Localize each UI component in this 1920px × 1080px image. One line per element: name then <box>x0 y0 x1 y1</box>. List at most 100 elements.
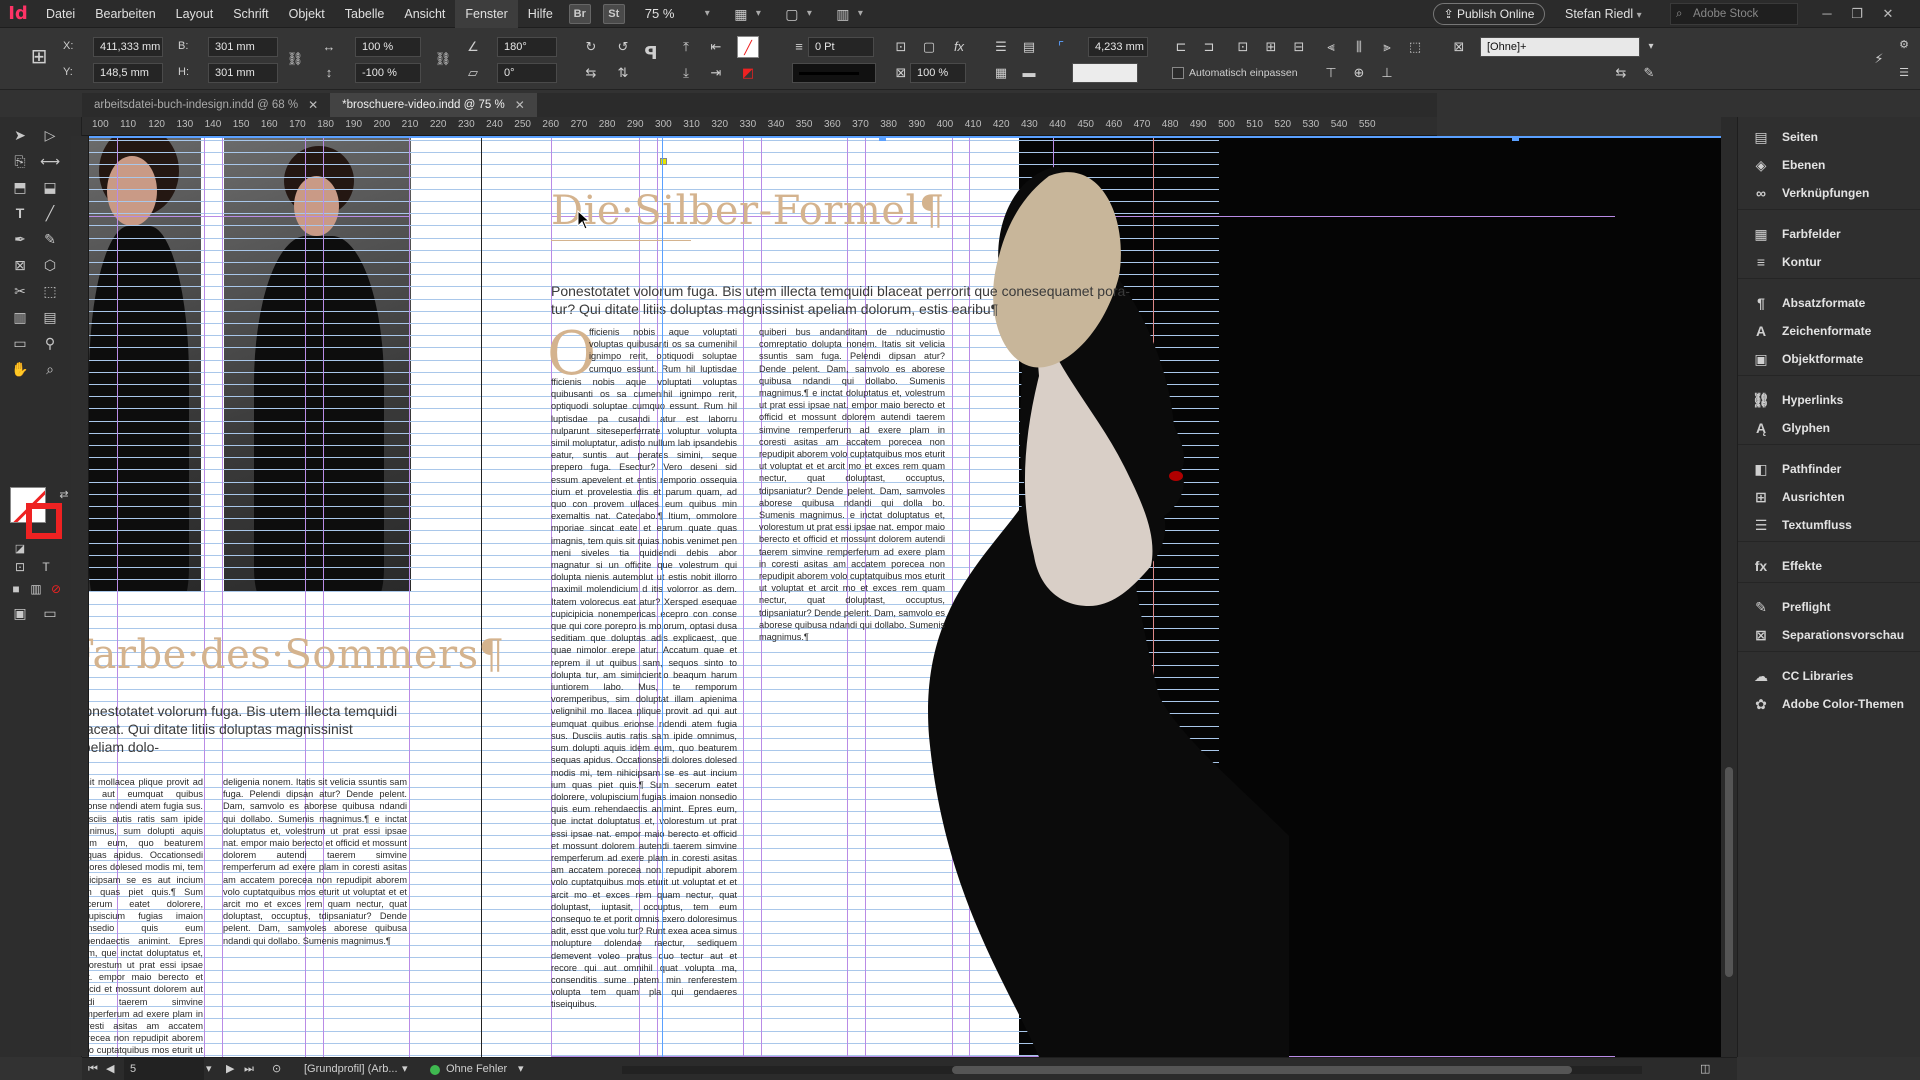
lightning-icon[interactable]: ⚡ <box>1868 48 1890 70</box>
zoom-tool-icon[interactable]: ⌕ <box>38 357 62 381</box>
gradient-tool-icon[interactable]: ▥ <box>8 305 32 329</box>
formatting-text-icon[interactable]: T <box>34 555 58 579</box>
arrange-dropdown-icon[interactable]: ▾ <box>858 8 863 19</box>
content-collector-icon[interactable]: ⬒ <box>8 175 32 199</box>
view-options-icon[interactable]: ▦ <box>726 4 756 24</box>
restore-icon[interactable]: ❐ <box>1843 0 1871 28</box>
menu-schrift[interactable]: Schrift <box>223 0 278 28</box>
align-right-icon[interactable]: ⫸ <box>1376 36 1398 58</box>
panel-item-effekte[interactable]: fx Effekte <box>1738 552 1920 580</box>
open-page-icon[interactable]: ⊙ <box>272 1058 281 1080</box>
subhead-right[interactable]: Ponestotatet volorum fuga. Bis utem ille… <box>551 282 1149 318</box>
free-transform-tool-icon[interactable]: ⬚ <box>38 279 62 303</box>
view-mode-icon[interactable]: ▣ <box>8 601 32 625</box>
polygon-tool-icon[interactable]: ⬡ <box>38 253 62 277</box>
scissors-tool-icon[interactable]: ✂ <box>8 279 32 303</box>
next-page-icon[interactable]: ▶ <box>226 1058 234 1080</box>
publish-online-button[interactable]: ⇪ Publish Online <box>1433 3 1545 25</box>
close-icon[interactable]: ✕ <box>308 93 318 117</box>
wrap-jump-icon[interactable]: ▬ <box>1018 62 1040 84</box>
menu-objekt[interactable]: Objekt <box>279 0 335 28</box>
vertical-ruler[interactable] <box>71 136 89 1056</box>
wrap-shape-icon[interactable]: ▦ <box>990 62 1012 84</box>
formatting-container-icon[interactable]: ⊡ <box>8 555 32 579</box>
bridge-button[interactable]: Br <box>568 3 591 24</box>
tab-broschuere[interactable]: *broschuere-video.indd @ 75 % ✕ <box>330 93 537 117</box>
pencil-tool-icon[interactable]: ✎ <box>38 227 62 251</box>
panel-item-absatzformate[interactable]: ¶ Absatzformate <box>1738 289 1920 317</box>
body-column-1[interactable]: fficienis nobis aque voluptati voluptas … <box>551 376 737 1056</box>
panel-item-pathfinder[interactable]: ◧ Pathfinder <box>1738 455 1920 483</box>
text-wrap-bbox-icon[interactable]: ▤ <box>1018 36 1040 58</box>
layout-toggle-icon[interactable]: ◫ <box>1700 1058 1710 1080</box>
reference-point-icon[interactable]: ⊞ <box>28 46 50 68</box>
panel-item-farbfelder[interactable]: ▦ Farbfelder <box>1738 220 1920 248</box>
scrollbar-thumb[interactable] <box>1725 767 1733 977</box>
shear-field[interactable]: 0° <box>497 63 557 83</box>
fit-content-to-frame-icon[interactable]: ⊐ <box>1198 36 1220 58</box>
screen-mode-icon[interactable]: ▭ <box>38 601 62 625</box>
panel-item-glyphen[interactable]: Ą Glyphen <box>1738 414 1920 442</box>
portrait-woman-image[interactable] <box>889 136 1289 1057</box>
screen-mode-icon[interactable]: ▢ <box>777 4 807 24</box>
menu-datei[interactable]: Datei <box>36 0 85 28</box>
profile-dropdown-icon[interactable]: ▾ <box>402 1058 408 1080</box>
stroke-type-dropdown[interactable] <box>792 63 876 83</box>
content-placer-icon[interactable]: ⬓ <box>38 175 62 199</box>
fill-frame-icon[interactable]: ⊞ <box>1260 36 1282 58</box>
stroke-none-icon[interactable]: ◩ <box>737 62 759 84</box>
page-dropdown-icon[interactable]: ▾ <box>206 1058 212 1080</box>
menu-ansicht[interactable]: Ansicht <box>394 0 455 28</box>
vertical-scrollbar[interactable] <box>1721 117 1737 1057</box>
view-options-dropdown-icon[interactable]: ▾ <box>756 8 761 19</box>
edit-style-icon[interactable]: ✎ <box>1638 62 1660 84</box>
screen-mode-dropdown-icon[interactable]: ▾ <box>807 8 812 19</box>
body-column-2[interactable]: quiberi bus andanditam de nducimustio co… <box>759 326 945 686</box>
swatch-preview-field[interactable] <box>1072 63 1138 83</box>
hand-tool-icon[interactable]: ✋ <box>8 357 32 381</box>
menu-bearbeiten[interactable]: Bearbeiten <box>85 0 165 28</box>
body-column-1-top[interactable]: fficienis nobis aque voluptati voluptas … <box>589 326 737 376</box>
model-photo-center[interactable] <box>224 136 411 592</box>
panel-item-cc-libraries[interactable]: ☁ CC Libraries <box>1738 662 1920 690</box>
width-field[interactable]: 301 mm <box>208 37 278 57</box>
tab-arbeitsdatei[interactable]: arbeitsdatei-buch-indesign.indd @ 68 % ✕ <box>82 93 330 117</box>
frame-fitting-icon[interactable]: ⊡ <box>890 36 912 58</box>
flip-vertical-icon[interactable]: ⇅ <box>612 62 634 84</box>
object-style-chevron-icon[interactable]: ▾ <box>1640 36 1662 58</box>
rotate-ccw-icon[interactable]: ↺ <box>612 36 634 58</box>
subhead-left[interactable]: Ponestotatet volorum fuga. Bis utem ille… <box>89 702 405 756</box>
stroke-weight-field[interactable]: 0 Pt <box>808 37 874 57</box>
preflight-profile[interactable]: [Grundprofil] (Arb... <box>304 1058 398 1080</box>
horizontal-ruler[interactable]: 100 110 120 130 140 150 160 170 180 190 200 210 220 2… <box>82 117 1437 136</box>
model-photo-left[interactable] <box>89 136 201 592</box>
x-position-field[interactable]: 411,333 mm <box>93 37 163 57</box>
fit-frame-to-content-icon[interactable]: ⊏ <box>1170 36 1192 58</box>
page-number-field[interactable]: 5 <box>124 1058 204 1080</box>
direct-selection-tool-icon[interactable]: ▷ <box>38 123 62 147</box>
panel-item-ebenen[interactable]: ◈ Ebenen <box>1738 151 1920 179</box>
line-tool-icon[interactable]: ╱ <box>38 201 62 225</box>
fit-proportionally-icon[interactable]: ⊟ <box>1288 36 1310 58</box>
scale-y-field[interactable]: -100 % <box>355 63 421 83</box>
page-tool-icon[interactable]: ⎘ <box>8 149 32 173</box>
rectangle-frame-tool-icon[interactable]: ⊠ <box>8 253 32 277</box>
stock-button[interactable]: St <box>602 3 625 24</box>
panel-item-objektformate[interactable]: ▣ Objektformate <box>1738 345 1920 373</box>
panel-item-ausrichten[interactable]: ⊞ Ausrichten <box>1738 483 1920 511</box>
minimize-icon[interactable]: ─ <box>1813 0 1841 28</box>
rotation-field[interactable]: 180° <box>497 37 557 57</box>
gap-tool-icon[interactable]: ⟷ <box>38 149 62 173</box>
arrange-documents-icon[interactable]: ▥ <box>828 4 858 24</box>
panel-item-separationsvorschau[interactable]: ⊠ Separationsvorschau <box>1738 621 1920 649</box>
constrain-proportions-icon[interactable]: ⛓ <box>284 48 306 70</box>
panel-item-adobe-color-themen[interactable]: ✿ Adobe Color-Themen <box>1738 690 1920 718</box>
panel-item-zeichenformate[interactable]: A Zeichenformate <box>1738 317 1920 345</box>
align-bottom-icon[interactable]: ⊥ <box>1376 62 1398 84</box>
menu-hilfe[interactable]: Hilfe <box>518 0 563 28</box>
close-icon[interactable]: ✕ <box>515 93 525 117</box>
headline-die-silber-formel[interactable]: Die·Silber-Formel¶ <box>551 188 945 234</box>
effects-fx-icon[interactable]: fx <box>948 36 970 58</box>
zoom-level[interactable]: 75 % <box>645 6 705 21</box>
panel-item-preflight[interactable]: ✎ Preflight <box>1738 593 1920 621</box>
